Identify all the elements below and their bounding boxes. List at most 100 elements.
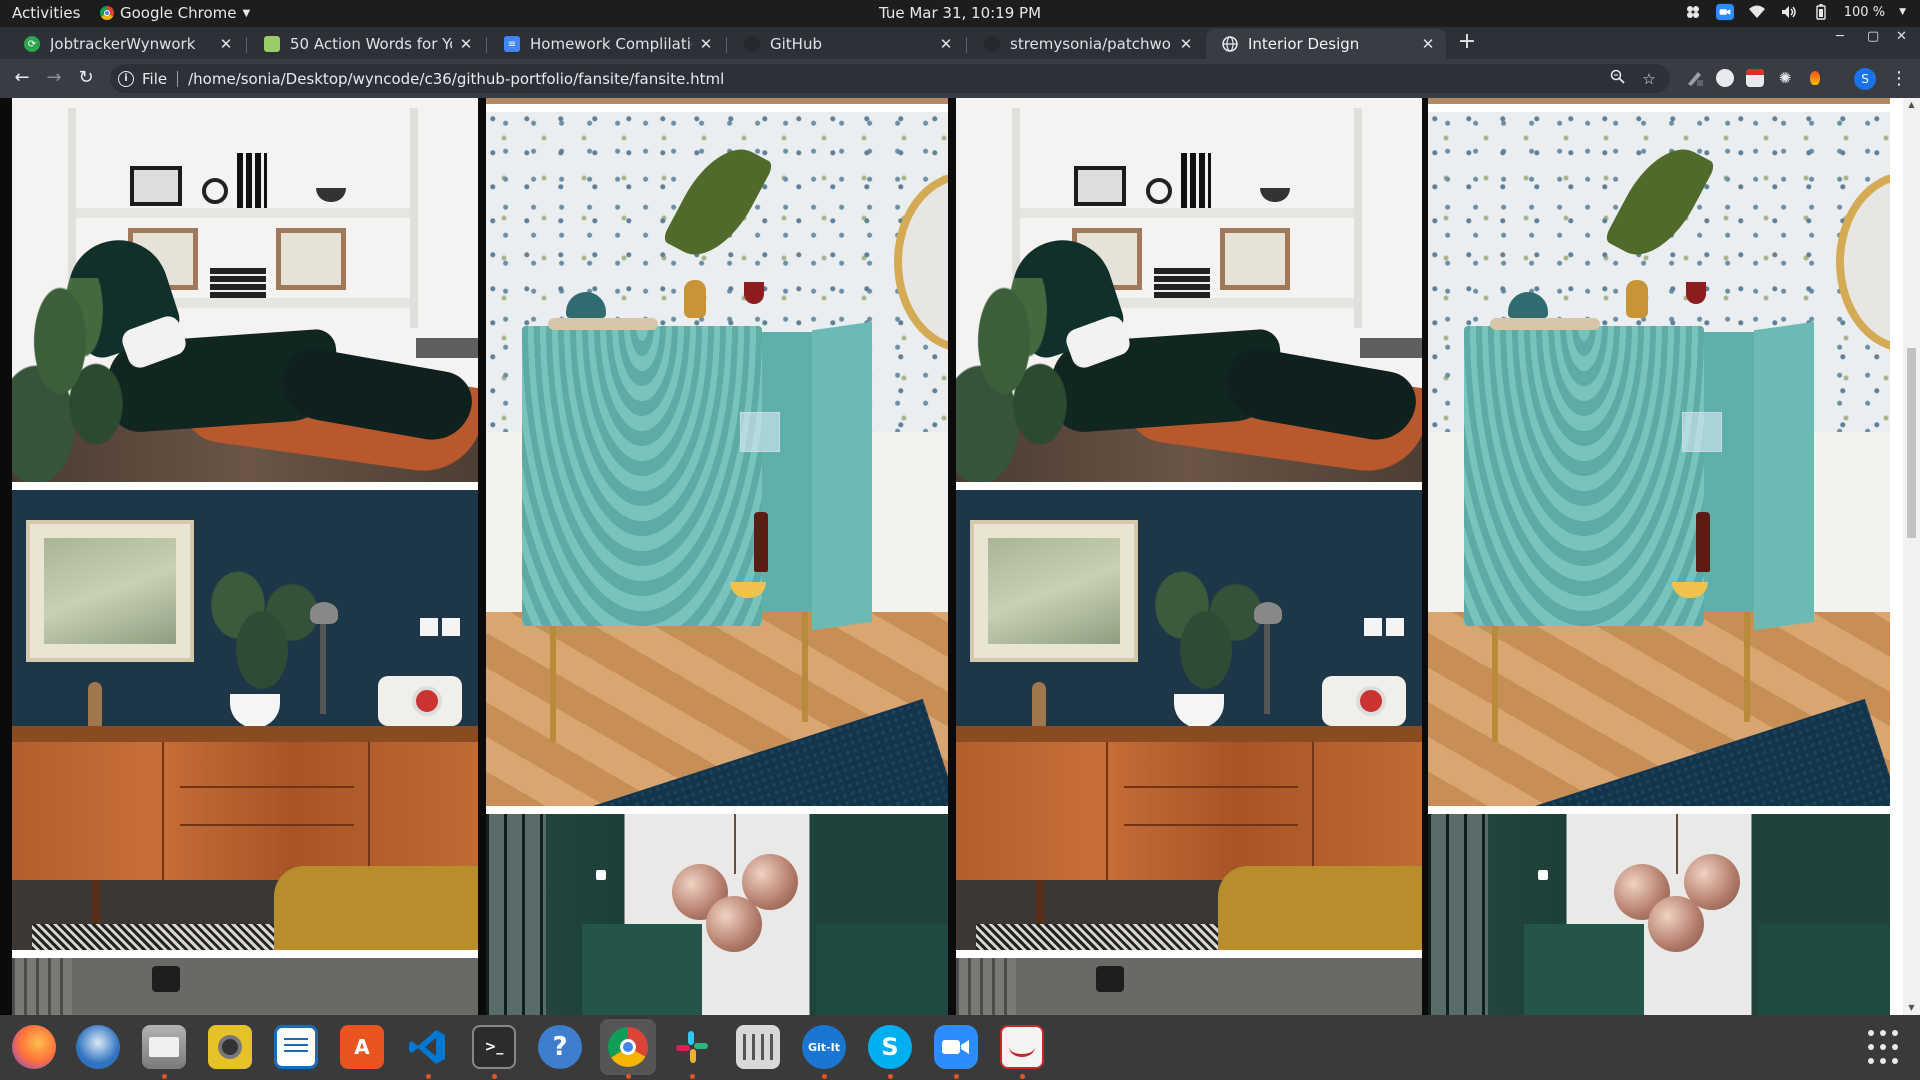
extension-card-icon[interactable] bbox=[1746, 69, 1764, 87]
evince-icon[interactable] bbox=[1000, 1025, 1044, 1069]
close-tab-icon[interactable]: ✕ bbox=[698, 35, 714, 53]
system-tray[interactable]: 100 % ▼ bbox=[1684, 3, 1906, 21]
lounge-chair-shelves-photo bbox=[956, 98, 1422, 482]
tab-title: Interior Design bbox=[1248, 35, 1360, 53]
bookmark-star-icon[interactable]: ☆ bbox=[1638, 70, 1660, 88]
fiddle-leaf-plant bbox=[956, 278, 1076, 482]
running-indicator bbox=[954, 1074, 959, 1079]
app-grid-dot bbox=[1868, 1030, 1874, 1036]
shelf bbox=[72, 208, 412, 218]
rhythmbox-icon[interactable] bbox=[208, 1025, 252, 1069]
close-tab-icon[interactable]: ✕ bbox=[938, 35, 954, 53]
close-tab-icon[interactable]: ✕ bbox=[458, 35, 474, 53]
shelf-frame bbox=[1354, 108, 1362, 328]
github-favicon bbox=[984, 36, 1000, 52]
mustard-chair bbox=[1218, 866, 1422, 950]
battery-percent: 100 % bbox=[1843, 4, 1886, 20]
slack-icon[interactable] bbox=[670, 1025, 714, 1069]
settings-icon[interactable] bbox=[736, 1025, 780, 1069]
close-tab-icon[interactable]: ✕ bbox=[218, 35, 234, 53]
back-button[interactable]: ← bbox=[10, 66, 34, 90]
teal-dish bbox=[1508, 292, 1548, 318]
slack-tray-icon[interactable] bbox=[1684, 3, 1702, 21]
chevron-down-icon: ▼ bbox=[242, 7, 251, 19]
forward-button[interactable]: → bbox=[42, 66, 66, 90]
terminal-icon[interactable]: >_ bbox=[472, 1025, 516, 1069]
firefox-icon[interactable] bbox=[12, 1025, 56, 1069]
extension-orange-icon[interactable] bbox=[1806, 69, 1824, 87]
app-grid-dot bbox=[1880, 1044, 1886, 1050]
scroll-up-arrow-icon[interactable]: ▲ bbox=[1903, 98, 1920, 112]
sideboard-drawer bbox=[1124, 752, 1298, 788]
url-scheme-label: File bbox=[142, 69, 168, 88]
running-indicator bbox=[492, 1074, 497, 1079]
close-tab-icon[interactable]: ✕ bbox=[1420, 35, 1436, 53]
reload-button[interactable]: ↻ bbox=[74, 66, 98, 90]
light-switch bbox=[442, 618, 460, 636]
power-menu-arrow-icon[interactable]: ▼ bbox=[1899, 7, 1906, 17]
tab-title: JobtrackerWynwork bbox=[50, 35, 196, 53]
url-text[interactable]: /home/sonia/Desktop/wyncode/c36/github-p… bbox=[188, 70, 1606, 88]
tab-interior-design[interactable]: Interior Design ✕ bbox=[1206, 29, 1446, 59]
battery-icon[interactable] bbox=[1812, 3, 1830, 21]
minimize-window-icon[interactable]: ─ bbox=[1836, 29, 1844, 44]
app-menu[interactable]: Google Chrome ▼ bbox=[100, 4, 250, 22]
wifi-icon[interactable] bbox=[1748, 3, 1766, 21]
running-indicator bbox=[822, 1074, 827, 1079]
tab-action-words[interactable]: 50 Action Words for Your ✕ bbox=[248, 29, 484, 59]
tab-separator bbox=[246, 37, 247, 53]
gitter-icon[interactable]: Git-It bbox=[802, 1025, 846, 1069]
tab-jobtracker[interactable]: ⟳ JobtrackerWynwork ✕ bbox=[8, 29, 244, 59]
vscode-icon[interactable] bbox=[406, 1025, 450, 1069]
books bbox=[237, 153, 267, 208]
github-favicon bbox=[744, 36, 760, 52]
green-room-pendant-photo bbox=[1428, 814, 1890, 1015]
zoom-icon[interactable] bbox=[934, 1025, 978, 1069]
ceiling-spot bbox=[1538, 870, 1548, 880]
app-grid-dot bbox=[1892, 1058, 1898, 1064]
volume-icon[interactable] bbox=[1780, 3, 1798, 21]
tab-strip: ⟳ JobtrackerWynwork ✕ 50 Action Words fo… bbox=[0, 27, 1920, 59]
tab-patchwork[interactable]: stremysonia/patchwork: A ✕ bbox=[968, 29, 1204, 59]
chrome-menu-icon[interactable]: ⋮ bbox=[1890, 68, 1908, 89]
gold-vase bbox=[1626, 280, 1648, 318]
tropical-leaf bbox=[661, 134, 775, 270]
new-tab-button[interactable]: + bbox=[1454, 30, 1480, 56]
app-grid-dot bbox=[1868, 1044, 1874, 1050]
pen-extension-icon[interactable] bbox=[1686, 69, 1704, 87]
help-icon[interactable]: ? bbox=[538, 1025, 582, 1069]
chrome-icon[interactable] bbox=[600, 1019, 656, 1075]
zoom-tray-icon[interactable] bbox=[1715, 3, 1734, 21]
close-tab-icon[interactable]: ✕ bbox=[1178, 35, 1194, 53]
zoom-icon[interactable] bbox=[1606, 69, 1628, 88]
clock[interactable]: Tue Mar 31, 10:19 PM bbox=[879, 4, 1041, 22]
thunderbird-icon[interactable] bbox=[76, 1025, 120, 1069]
glasses bbox=[1682, 412, 1722, 452]
tab-homework[interactable]: ≡ Homework Complilation - ✕ bbox=[488, 29, 724, 59]
maximize-window-icon[interactable]: ▢ bbox=[1867, 29, 1879, 44]
vertical-scrollbar[interactable]: ▲ ▼ bbox=[1903, 98, 1920, 1015]
sideboard-drawer bbox=[180, 790, 354, 826]
files-icon[interactable] bbox=[142, 1025, 186, 1069]
wooden-candlestick bbox=[88, 682, 102, 732]
light-switch bbox=[1364, 618, 1382, 636]
show-applications-button[interactable] bbox=[1868, 1030, 1904, 1066]
gray-room-photo bbox=[12, 958, 478, 1015]
tab-github[interactable]: GitHub ✕ bbox=[728, 29, 964, 59]
address-bar[interactable]: i File /home/sonia/Desktop/wyncode/c36/g… bbox=[110, 64, 1670, 93]
pendant-cord bbox=[1676, 814, 1678, 874]
skype-icon[interactable]: S bbox=[868, 1025, 912, 1069]
extension-circle-icon[interactable] bbox=[1716, 69, 1734, 87]
pendant-cord bbox=[734, 814, 736, 874]
palm-plant bbox=[202, 560, 322, 710]
software-icon[interactable]: A bbox=[340, 1025, 384, 1069]
scroll-down-arrow-icon[interactable]: ▼ bbox=[1903, 1001, 1920, 1015]
extension-gear-icon[interactable]: ✺ bbox=[1776, 69, 1794, 87]
scrollbar-thumb[interactable] bbox=[1907, 348, 1916, 538]
profile-avatar[interactable]: S bbox=[1854, 68, 1876, 90]
close-window-icon[interactable]: ✕ bbox=[1896, 29, 1907, 44]
activities-button[interactable]: Activities bbox=[12, 4, 80, 22]
writer-icon[interactable] bbox=[274, 1025, 318, 1069]
site-info-icon[interactable]: i bbox=[118, 70, 134, 87]
sideboard-leg bbox=[92, 880, 100, 930]
